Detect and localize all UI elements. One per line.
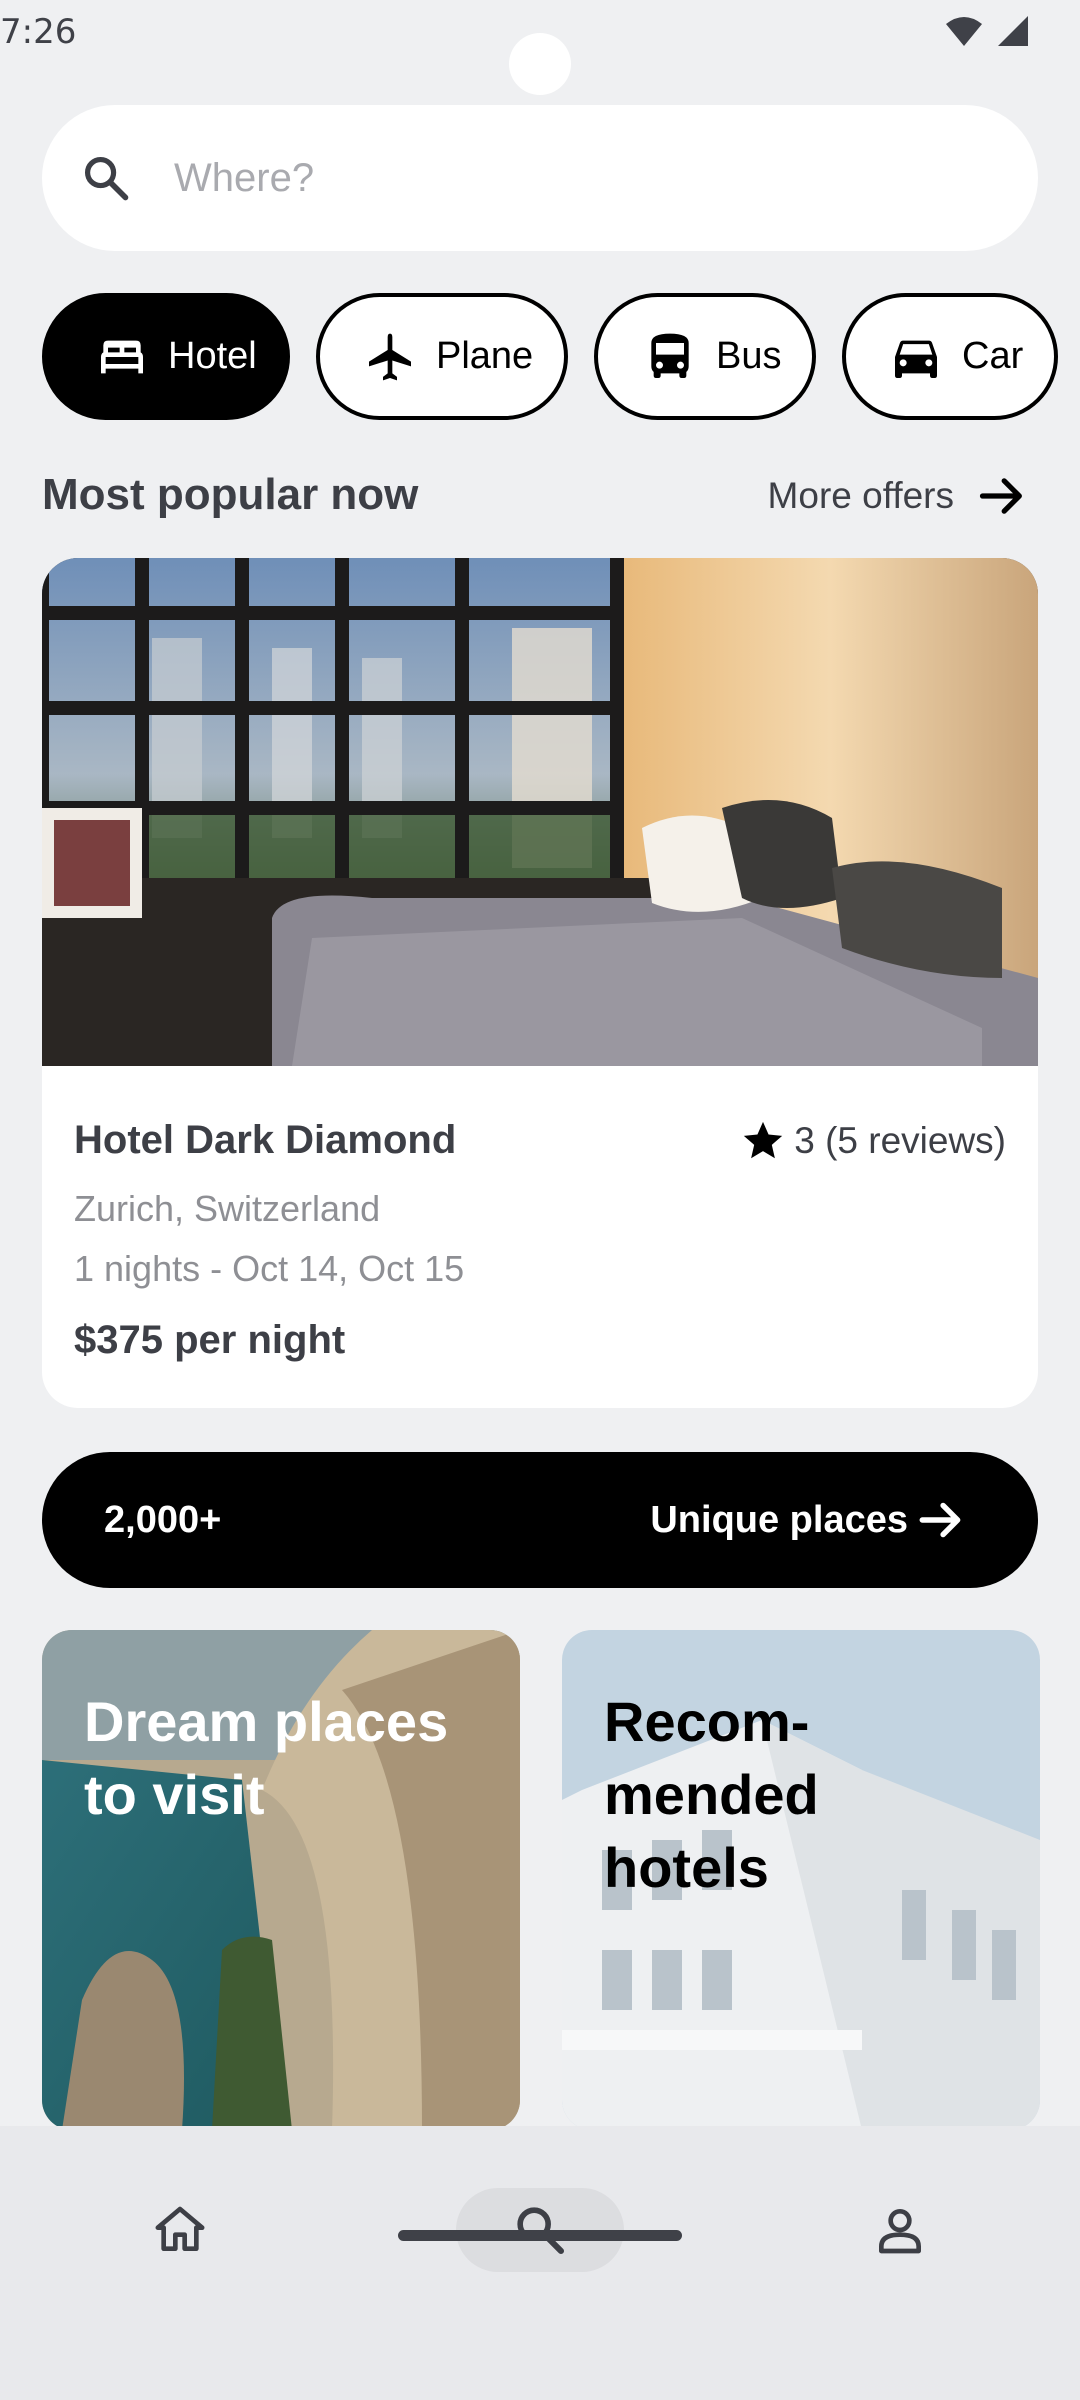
promo-dream-places[interactable]: Dream places to visit [42,1630,520,2130]
hotel-location: Zurich, Switzerland [74,1188,381,1229]
chip-bus[interactable]: Bus [594,293,816,420]
rating-text: 3 (5 reviews) [794,1120,1006,1161]
search-bar[interactable] [42,105,1038,251]
nav-profile[interactable] [860,2188,940,2272]
status-time: 7:26 [0,12,77,52]
status-icons [944,14,1030,48]
star-icon [744,1121,783,1159]
section-title: Most popular now [42,470,419,519]
camera-cutout [509,33,571,95]
profile-icon [879,2209,921,2254]
hotel-photo [42,558,1038,1066]
promo-title: Dream places to visit [84,1690,449,1826]
arrow-right-icon [979,478,1022,514]
hotel-name: Hotel Dark Diamond [74,1118,457,1162]
home-icon [155,2206,205,2251]
arrow-right-icon [919,1502,961,1538]
unique-count: 2,000+ [104,1498,222,1541]
promo-title: Recom- mended hotels [604,1690,819,1899]
wifi-icon [946,17,982,46]
bed-icon [101,340,143,373]
unique-places-label: Unique places [650,1498,908,1541]
search-icon [84,156,129,201]
chip-label: Plane [436,335,534,377]
plane-icon [369,333,411,380]
chip-car[interactable]: Car [842,293,1058,420]
chip-plane[interactable]: Plane [316,293,568,420]
chip-label: Car [962,335,1024,377]
bus-icon [651,333,689,378]
more-offers-link[interactable]: More offers [768,470,1028,522]
hotel-card[interactable]: Hotel Dark Diamond 3 (5 reviews) Zurich,… [42,558,1038,1408]
more-offers-label: More offers [767,475,954,516]
status-bar: 7:26 [0,0,1080,95]
car-icon [895,340,937,378]
unique-places-link: Unique places [650,1495,966,1545]
search-input[interactable] [174,155,934,201]
chip-label: Bus [716,335,782,377]
chip-label: Hotel [168,335,257,377]
promo-recommended-hotels[interactable]: Recom- mended hotels [562,1630,1040,2130]
nav-home[interactable] [140,2188,220,2272]
hotel-price: $375 per night [74,1318,346,1362]
chip-hotel[interactable]: Hotel [42,293,290,420]
hotel-dates: 1 nights - Oct 14, Oct 15 [74,1248,465,1289]
hotel-rating: 3 (5 reviews) [740,1118,1006,1164]
bottom-nav [0,2126,1080,2400]
signal-icon [998,16,1028,46]
home-indicator[interactable] [398,2230,682,2241]
unique-places-banner[interactable]: 2,000+ Unique places [42,1452,1038,1588]
